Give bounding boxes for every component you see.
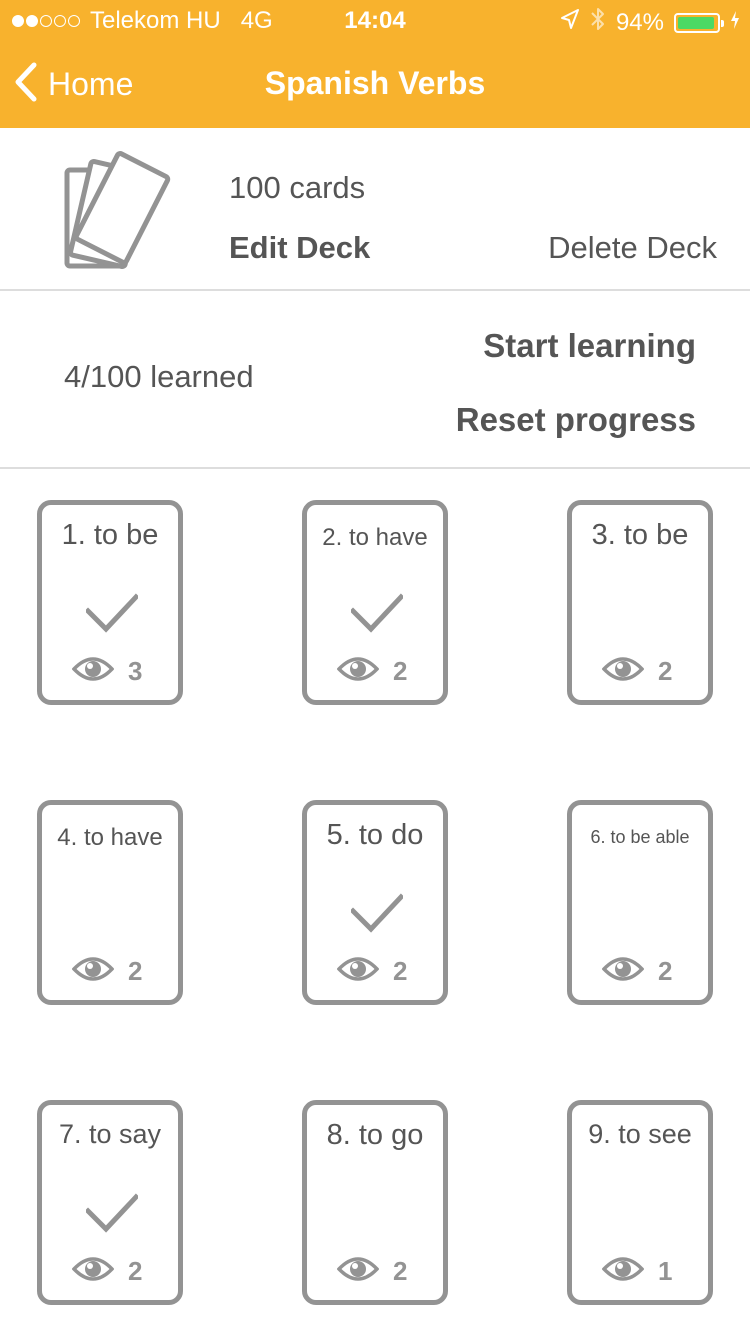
flashcard-title: 4. to have [57,824,163,851]
card-count: 100 cards [229,170,366,205]
battery-percent: 94% [615,8,664,36]
flashcard-title: 9. to see [588,1119,692,1149]
eye-icon [71,955,115,988]
view-count: 2 [336,955,408,988]
view-count: 2 [336,1255,408,1288]
view-count-value: 2 [128,1256,143,1286]
navigation-bar: Home Spanish Verbs [0,40,750,128]
view-count: 2 [601,655,673,688]
flashcard-title: 3. to be [591,519,689,551]
eye-icon [601,1255,645,1288]
flashcard-title: 8. to go [326,1119,424,1151]
view-count: 1 [601,1255,673,1288]
flashcard[interactable]: 7. to say 2 [37,1100,183,1305]
view-count-value: 2 [393,956,408,986]
view-count-value: 2 [393,1256,408,1286]
learned-count: 4/100 learned [64,359,254,394]
view-count-value: 2 [128,956,143,986]
status-bar: Telekom HU 4G 14:04 94% [0,0,750,40]
view-count: 2 [601,955,673,988]
flashcard-title: 7. to say [58,1119,162,1149]
progress-section: 4/100 learned Start learning Reset progr… [0,291,750,469]
flashcard-title: 6. to be able [590,827,690,847]
view-count-value: 2 [393,656,408,686]
edit-deck-button[interactable]: Edit Deck [229,230,370,266]
checkmark-icon [84,1193,140,1238]
flashcard[interactable]: 5. to do 2 [302,800,448,1005]
eye-icon [336,655,380,688]
location-icon [560,8,580,37]
top-bar: Telekom HU 4G 14:04 94% Home Spanish Ver… [0,0,750,128]
reset-progress-button[interactable]: Reset progress [456,401,696,439]
battery-icon [674,12,724,33]
view-count: 3 [71,655,143,688]
view-count-value: 3 [128,656,143,686]
view-count-value: 2 [658,956,673,986]
view-count: 2 [71,955,143,988]
checkmark-icon [349,593,405,638]
eye-icon [601,655,645,688]
flashcard-title: 5. to do [326,819,424,851]
eye-icon [71,655,115,688]
view-count: 2 [71,1255,143,1288]
bluetooth-icon [590,6,606,39]
eye-icon [601,955,645,988]
flashcard[interactable]: 9. to see 1 [567,1100,713,1305]
flashcard[interactable]: 2. to have 2 [302,500,448,705]
flashcard[interactable]: 3. to be 2 [567,500,713,705]
status-right: 94% [560,6,740,39]
checkmark-icon [84,593,140,638]
view-count-value: 1 [658,1256,673,1286]
flashcard[interactable]: 4. to have 2 [37,800,183,1005]
cards-stack-icon [58,146,188,281]
charging-icon [730,9,740,37]
flashcard-title: 1. to be [61,519,159,551]
eye-icon [336,1255,380,1288]
flashcard[interactable]: 8. to go 2 [302,1100,448,1305]
delete-deck-button[interactable]: Delete Deck [548,230,717,266]
view-count: 2 [336,655,408,688]
view-count-value: 2 [658,656,673,686]
start-learning-button[interactable]: Start learning [483,327,696,365]
flashcard-title: 2. to have [322,524,428,551]
flashcard[interactable]: 1. to be 3 [37,500,183,705]
flashcard[interactable]: 6. to be able 2 [567,800,713,1005]
eye-icon [71,1255,115,1288]
checkmark-icon [349,893,405,938]
page-title: Spanish Verbs [264,65,486,101]
eye-icon [336,955,380,988]
deck-info-section: 100 cards Edit Deck Delete Deck [0,128,750,291]
